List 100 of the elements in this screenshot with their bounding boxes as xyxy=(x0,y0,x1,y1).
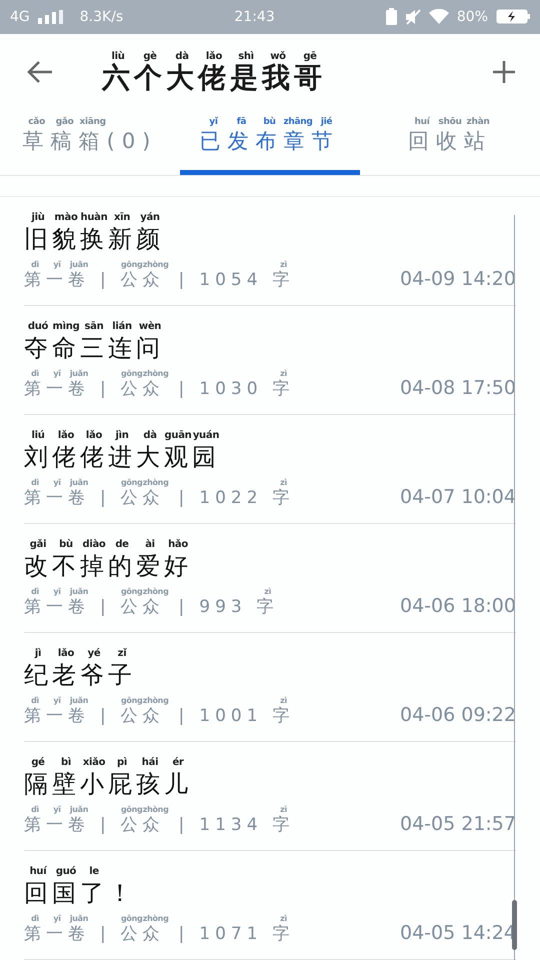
pinyin: dì xyxy=(30,586,40,598)
pinyin: yī xyxy=(52,478,62,488)
pinyin: jìn xyxy=(114,429,130,442)
chapter-meta: | xyxy=(100,597,111,618)
pinyin: xīn xyxy=(112,211,132,224)
pinyin: zhòng xyxy=(142,260,169,270)
chapter-meta: 公众 xyxy=(120,379,166,400)
pinyin: sān xyxy=(84,320,104,334)
publish-date: 04-09 14:20 xyxy=(400,268,516,291)
pinyin: wǒ xyxy=(269,50,287,63)
pinyin: duó xyxy=(26,320,50,334)
pinyin: mìng xyxy=(52,320,80,334)
pinyin: dì xyxy=(30,478,40,488)
chapter-meta: 字 xyxy=(272,815,295,836)
chapter-meta: 字 xyxy=(256,597,279,618)
pinyin: mào xyxy=(53,211,79,224)
pinyin: dì xyxy=(30,260,40,270)
pinyin: ér xyxy=(171,756,185,770)
network-type: 4G xyxy=(10,8,30,25)
chapter-meta: 第一卷 xyxy=(24,815,90,836)
pinyin: yī xyxy=(52,586,62,598)
tab[interactable]: yǐ fā bù zhāng jié 已发布章节 xyxy=(180,109,360,176)
chapter-meta: 第一卷 xyxy=(24,270,90,291)
pinyin: xiǎo xyxy=(82,756,106,770)
chapter-title: 夺命三连问 xyxy=(24,335,165,363)
pinyin: bù xyxy=(262,117,277,130)
pinyin: shōu xyxy=(437,117,463,130)
back-button[interactable] xyxy=(26,60,54,84)
pinyin: gē xyxy=(302,50,318,63)
pinyin: guó xyxy=(54,865,78,878)
chapter-meta: 公众 xyxy=(120,706,166,727)
add-button[interactable] xyxy=(492,60,516,84)
pinyin: zì xyxy=(279,478,288,488)
battery-saver-icon xyxy=(386,8,397,26)
pinyin: dà xyxy=(142,429,158,442)
pinyin: zhāng xyxy=(283,117,313,130)
chapter-meta: 字 xyxy=(272,379,295,400)
chapter-meta: 1001 xyxy=(199,706,263,727)
pinyin: gōng xyxy=(120,696,143,706)
pinyin: de xyxy=(114,538,130,552)
publish-date: 04-06 18:00 xyxy=(400,594,516,618)
pinyin: gé xyxy=(30,756,46,770)
chapter-meta: 1022 xyxy=(199,488,263,509)
pinyin: zǐ xyxy=(116,647,128,660)
pinyin: zhòng xyxy=(142,696,169,706)
pinyin: juǎn xyxy=(68,260,90,270)
pinyin: gōng xyxy=(120,478,143,488)
pinyin: zhòng xyxy=(142,914,169,924)
chapter-meta: | xyxy=(100,815,111,836)
pinyin: juǎn xyxy=(68,586,90,598)
mute-icon xyxy=(404,8,421,25)
chapter-meta: | xyxy=(100,270,111,291)
chapter-meta: | xyxy=(100,924,111,945)
chapter-meta: 第一卷 xyxy=(24,379,90,400)
pinyin: zhàn xyxy=(466,117,490,130)
pinyin: zhòng xyxy=(142,368,169,380)
pinyin: zì xyxy=(279,696,288,706)
chapter-title: 隔壁小屁孩儿 xyxy=(24,771,193,799)
scrollbar-thumb[interactable] xyxy=(512,900,517,950)
pinyin: guān xyxy=(164,429,192,442)
chapter-meta: | xyxy=(100,379,111,400)
pinyin: liù xyxy=(110,50,126,62)
pinyin: gǎo xyxy=(54,117,75,130)
pinyin: lǎo xyxy=(204,50,224,63)
chapter-meta: 公众 xyxy=(120,597,166,618)
pinyin: bì xyxy=(60,756,72,770)
pinyin: shì xyxy=(237,50,255,63)
pinyin: yǐ xyxy=(208,117,219,130)
pinyin: jì xyxy=(34,647,42,660)
pinyin: yī xyxy=(52,696,62,706)
chapter-meta: | xyxy=(178,706,190,727)
pinyin: lǎo xyxy=(56,647,76,660)
pinyin: bù xyxy=(58,538,74,552)
pinyin: yán xyxy=(139,211,161,224)
chapter-meta: 公众 xyxy=(120,815,166,836)
pinyin: gōng xyxy=(120,368,143,380)
pinyin: yī xyxy=(52,804,62,816)
pinyin: cǎo xyxy=(27,117,46,130)
chapter-meta: 1134 xyxy=(199,815,263,836)
pinyin: fā xyxy=(236,117,248,130)
chapter-meta: 1054 xyxy=(199,270,263,291)
pinyin: gōng xyxy=(120,586,143,598)
pinyin: zì xyxy=(279,914,288,924)
chapter-meta: 第一卷 xyxy=(24,706,90,727)
pinyin: gǎi xyxy=(28,538,48,552)
pinyin: zì xyxy=(279,368,288,380)
pinyin: hái xyxy=(140,756,160,770)
pinyin: yī xyxy=(52,260,62,270)
chapter-title: 纪老爷子 xyxy=(24,662,137,690)
pinyin: pì xyxy=(116,756,128,770)
chapter-meta: 公众 xyxy=(120,924,166,945)
pinyin: jiù xyxy=(30,211,46,224)
pinyin: zhòng xyxy=(142,804,169,816)
wifi-icon xyxy=(428,9,449,24)
chapter-meta: 1030 xyxy=(199,379,263,400)
pinyin: jié xyxy=(320,117,334,130)
pinyin: lián xyxy=(111,320,133,334)
pinyin: le xyxy=(88,865,100,878)
pinyin: yuán xyxy=(192,429,220,442)
chapter-meta: | xyxy=(178,379,190,400)
